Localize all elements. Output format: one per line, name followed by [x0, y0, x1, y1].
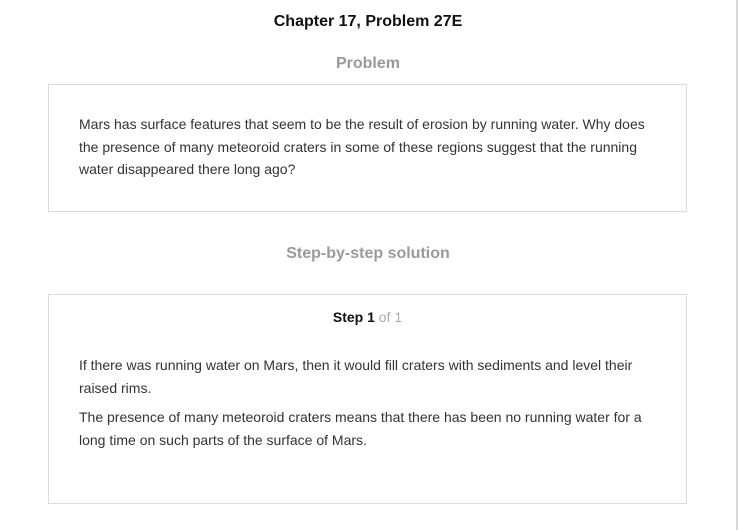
solution-heading: Step-by-step solution — [286, 245, 450, 262]
page-title: Chapter 17, Problem 27E — [273, 13, 463, 30]
step-word: Step — [332, 309, 364, 325]
problem-card: Mars has surface features that seem to b… — [48, 84, 687, 212]
step-label: Step 1 of 1 — [49, 308, 686, 326]
solution-paragraph: If there was running water on Mars, then… — [79, 357, 633, 396]
step-of-total: of 1 — [378, 309, 403, 325]
solution-paragraph: The presence of many meteoroid craters m… — [79, 409, 642, 448]
problem-text: Mars has surface features that seem to b… — [79, 116, 645, 177]
step-number: 1 — [367, 309, 375, 325]
problem-heading: Problem — [335, 55, 400, 72]
solution-card: Step 1 of 1 If there was running water o… — [48, 294, 687, 504]
